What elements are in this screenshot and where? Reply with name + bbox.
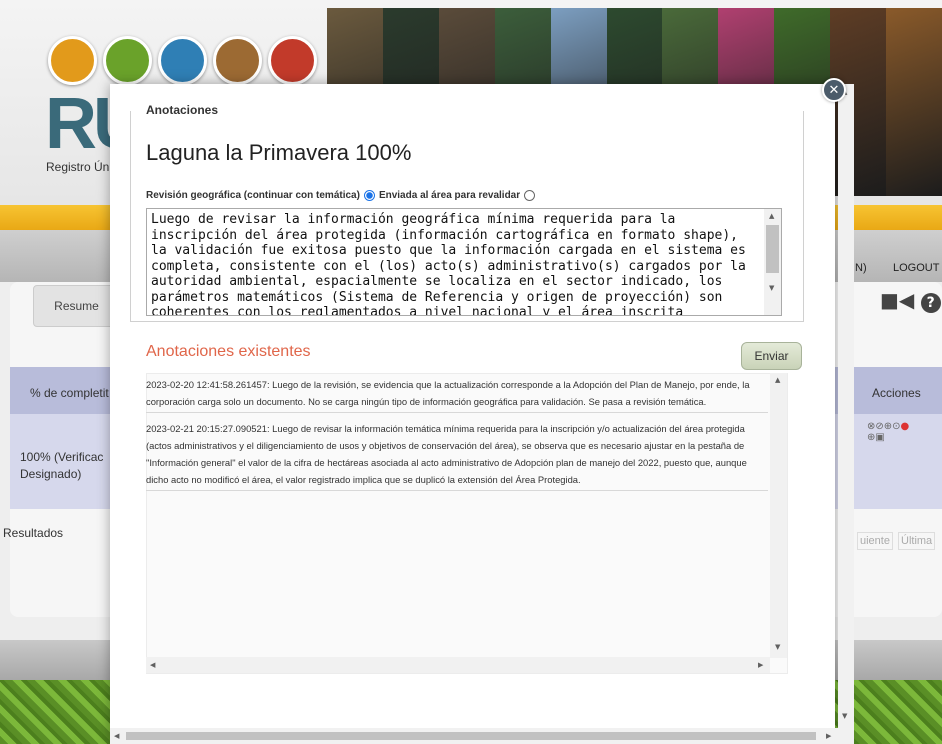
logo-circle-icon xyxy=(158,36,207,85)
note-timestamp: 2023-02-21 20:15:27.090521: xyxy=(146,423,270,434)
close-icon[interactable]: ✕ xyxy=(822,78,846,102)
tab-resumen[interactable]: Resume xyxy=(33,285,120,327)
header-photo xyxy=(886,8,942,196)
user-label: N) xyxy=(855,262,867,274)
modal-horizontal-scrollbar[interactable]: ◀ ▶ xyxy=(110,728,838,744)
textarea-scroll-down-icon[interactable]: ▼ xyxy=(769,284,774,292)
logo-circle-icon xyxy=(268,36,317,85)
annotation-textarea[interactable]: Luego de revisar la información geográfi… xyxy=(146,208,782,316)
list-scroll-up-icon[interactable]: ▲ xyxy=(775,376,780,384)
radio-geografica[interactable] xyxy=(363,190,375,201)
logo-circle-icon xyxy=(48,36,97,85)
col-header-completitud: % de completit xyxy=(30,386,109,400)
row-completitud-2: Designado) xyxy=(20,467,82,481)
pager-next[interactable]: uiente xyxy=(857,532,893,550)
review-radio-group: Revisión geográfica (continuar con temát… xyxy=(146,190,536,201)
results-label: Resultados xyxy=(3,526,64,540)
list-scroll-right-icon[interactable]: ▶ xyxy=(758,661,763,669)
scroll-left-icon[interactable]: ◀ xyxy=(114,732,119,740)
scroll-thumb[interactable] xyxy=(126,732,816,740)
page-title: Laguna la Primavera 100% xyxy=(146,140,412,165)
logout-link[interactable]: LOGOUT xyxy=(893,262,939,274)
pager-last[interactable]: Última xyxy=(898,532,936,550)
scroll-right-icon[interactable]: ▶ xyxy=(826,732,831,740)
list-item: 2023-02-21 20:15:27.090521: Luego de rev… xyxy=(146,420,768,491)
logo-circles xyxy=(48,36,317,85)
existing-annotations-title: Anotaciones existentes xyxy=(146,343,311,360)
logo-circle-icon xyxy=(103,36,152,85)
row-completitud: 100% (Verificac xyxy=(20,450,104,464)
toolbar-icons: ■◀ ? xyxy=(880,288,941,313)
list-horizontal-scrollbar[interactable]: ◀ ▶ xyxy=(146,657,770,673)
textarea-scrollbar[interactable]: ▲ ▼ xyxy=(764,209,781,315)
textarea-scroll-thumb[interactable] xyxy=(766,225,779,273)
scroll-down-icon[interactable]: ▼ xyxy=(842,712,847,720)
textarea-scroll-up-icon[interactable]: ▲ xyxy=(769,212,774,220)
send-button[interactable]: Enviar xyxy=(741,342,802,370)
note-timestamp: 2023-02-20 12:41:58.261457: xyxy=(146,379,270,390)
annotations-list xyxy=(146,373,788,674)
radio-revalidar-label: Enviada al área para revalidar xyxy=(378,190,521,201)
radio-revalidar[interactable] xyxy=(524,190,536,201)
col-header-acciones: Acciones xyxy=(872,386,921,400)
logo-circle-icon xyxy=(213,36,262,85)
list-scroll-left-icon[interactable]: ◀ xyxy=(150,661,155,669)
radio-geografica-label: Revisión geográfica (continuar con temát… xyxy=(146,190,360,201)
list-scroll-down-icon[interactable]: ▼ xyxy=(775,643,780,651)
help-icon[interactable]: ? xyxy=(920,293,941,313)
list-vertical-scrollbar[interactable]: ▲ ▼ xyxy=(770,373,787,658)
list-item: 2023-02-20 12:41:58.261457: Luego de la … xyxy=(146,376,768,413)
modal-vertical-scrollbar[interactable]: ▲ ▼ xyxy=(838,84,854,744)
registro-title: Registro Ún xyxy=(46,160,110,174)
video-icon[interactable]: ■◀ xyxy=(880,288,914,312)
fieldset-legend: Anotaciones xyxy=(143,103,222,117)
row-action-icons[interactable]: ⊗⊘⊕⊙● ⊕▣ xyxy=(867,421,909,443)
